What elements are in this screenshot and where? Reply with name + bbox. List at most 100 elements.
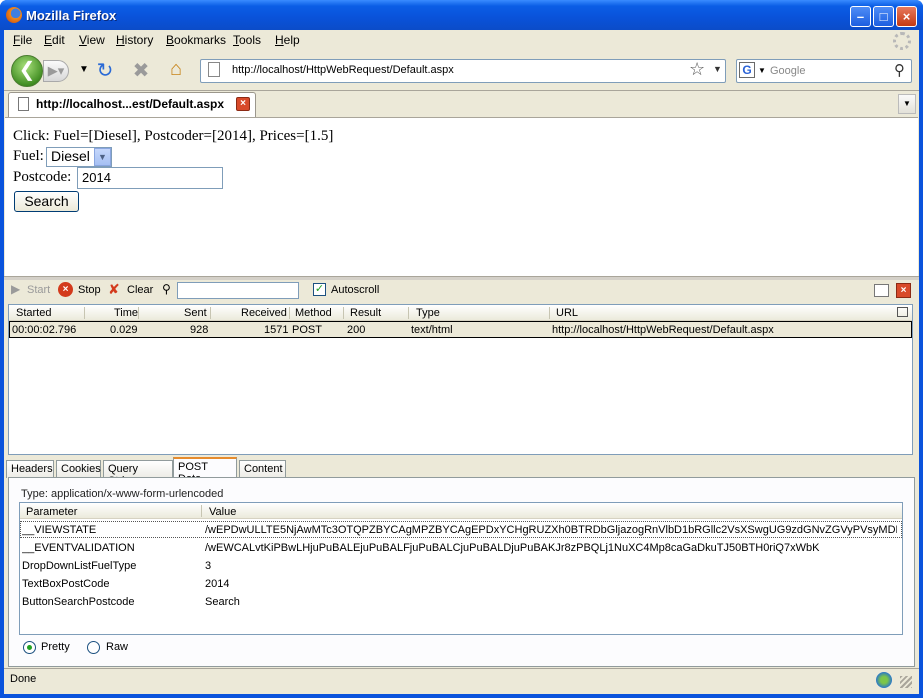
close-pane-icon[interactable]: × bbox=[896, 283, 911, 298]
param-value: /wEWCALvtKiPBwLHjuPuBALEjuPuBALFjuPuBALC… bbox=[205, 542, 820, 554]
title-bar[interactable] bbox=[0, 0, 923, 30]
clear-icon[interactable]: ✘ bbox=[108, 281, 120, 298]
cell-time: 0.029 bbox=[110, 324, 138, 336]
cell-received: 1571 bbox=[264, 324, 289, 336]
tab-close-icon[interactable]: × bbox=[236, 97, 250, 111]
forward-button[interactable]: ▶▾ bbox=[43, 60, 69, 82]
raw-radio[interactable] bbox=[87, 641, 100, 654]
col-separator[interactable] bbox=[289, 307, 290, 319]
find-input[interactable] bbox=[177, 282, 299, 299]
close-window-button[interactable]: × bbox=[896, 6, 917, 27]
param-name: TextBoxPostCode bbox=[22, 578, 110, 590]
restore-pane-icon[interactable] bbox=[874, 284, 889, 297]
url-dropdown-icon[interactable]: ▼ bbox=[713, 64, 722, 74]
firefox-logo-icon bbox=[6, 7, 22, 23]
find-icon: ⚲ bbox=[162, 282, 171, 296]
col-value[interactable]: Value bbox=[209, 506, 236, 518]
menu-history[interactable]: History bbox=[116, 33, 153, 47]
param-name: DropDownListFuelType bbox=[22, 560, 137, 572]
fuel-label: Fuel: bbox=[13, 148, 44, 164]
resize-grip-icon[interactable] bbox=[900, 676, 912, 688]
reload-icon[interactable]: ↻ bbox=[93, 58, 117, 83]
tab-headers[interactable]: Headers bbox=[6, 460, 54, 478]
menu-view[interactable]: View bbox=[79, 33, 105, 47]
search-button[interactable]: Search bbox=[14, 191, 79, 212]
col-separator[interactable] bbox=[84, 307, 85, 319]
col-separator[interactable] bbox=[210, 307, 211, 319]
param-name: ButtonSearchPostcode bbox=[22, 596, 135, 608]
start-button[interactable]: Start bbox=[27, 284, 50, 296]
col-type[interactable]: Type bbox=[416, 307, 440, 319]
param-value: /wEPDwULLTE5NjAwMTc3OTQPZBYCAgMPZBYCAgEP… bbox=[205, 524, 897, 536]
menu-tools[interactable]: Tools bbox=[233, 33, 261, 47]
postcode-label: Postcode: bbox=[13, 169, 72, 185]
col-parameter[interactable]: Parameter bbox=[26, 506, 77, 518]
stop-record-icon[interactable]: × bbox=[58, 282, 73, 297]
param-name: __VIEWSTATE bbox=[22, 524, 97, 536]
col-url[interactable]: URL bbox=[556, 307, 578, 319]
table-row[interactable] bbox=[9, 321, 912, 338]
tab-cookies[interactable]: Cookies bbox=[56, 460, 101, 478]
col-separator[interactable] bbox=[343, 307, 344, 319]
search-placeholder[interactable]: Google bbox=[770, 65, 805, 77]
httpwatch-status-icon[interactable] bbox=[876, 672, 892, 688]
magnifier-icon[interactable]: ⚲ bbox=[894, 61, 905, 79]
url-text[interactable]: http://localhost/HttpWebRequest/Default.… bbox=[232, 64, 454, 76]
bookmark-star-icon[interactable]: ☆ bbox=[689, 59, 705, 80]
status-text: Done bbox=[10, 673, 37, 685]
col-separator[interactable] bbox=[549, 307, 550, 319]
autoscroll-checkbox[interactable]: ✓ bbox=[313, 283, 326, 296]
param-value: 3 bbox=[205, 560, 212, 572]
google-engine-icon[interactable]: G bbox=[739, 62, 755, 78]
param-name: __EVENTVALIDATION bbox=[22, 542, 135, 554]
cell-url: http://localhost/HttpWebRequest/Default.… bbox=[552, 324, 774, 336]
col-result[interactable]: Result bbox=[350, 307, 381, 319]
home-icon[interactable]: ⌂ bbox=[164, 58, 188, 81]
menu-file[interactable]: File bbox=[13, 33, 32, 47]
tab-content[interactable]: Content bbox=[239, 460, 286, 478]
cell-sent: 928 bbox=[190, 324, 209, 336]
grid-header bbox=[9, 305, 912, 321]
engine-dropdown-icon[interactable]: ▼ bbox=[758, 66, 766, 75]
param-table-header bbox=[20, 503, 902, 519]
fuel-select-value[interactable]: Diesel bbox=[51, 148, 90, 164]
window-title: Mozilla Firefox bbox=[26, 8, 117, 23]
col-received[interactable]: Received bbox=[241, 307, 287, 319]
menu-bookmarks[interactable]: Bookmarks bbox=[166, 33, 226, 47]
fuel-dropdown-icon[interactable]: ▼ bbox=[94, 148, 111, 166]
col-method[interactable]: Method bbox=[295, 307, 332, 319]
minimize-button[interactable]: – bbox=[850, 6, 871, 27]
menu-edit[interactable]: Edit bbox=[44, 33, 65, 47]
param-value: Search bbox=[205, 596, 240, 608]
stop-icon[interactable]: ✖ bbox=[129, 58, 153, 83]
clear-button[interactable]: Clear bbox=[127, 284, 153, 296]
tab-query-string[interactable]: Query String bbox=[103, 460, 173, 487]
tab-post-data[interactable]: POST Data bbox=[173, 457, 237, 485]
cell-started: 00:00:02.796 bbox=[12, 324, 77, 336]
col-separator[interactable] bbox=[408, 307, 409, 319]
maximize-button[interactable]: □ bbox=[873, 6, 894, 27]
column-chooser-icon[interactable] bbox=[897, 307, 908, 317]
stop-button[interactable]: Stop bbox=[78, 284, 101, 296]
raw-label[interactable]: Raw bbox=[106, 641, 128, 653]
col-separator[interactable] bbox=[138, 307, 139, 319]
col-time[interactable]: Time bbox=[114, 307, 138, 319]
tab-label[interactable]: http://localhost...est/Default.aspx bbox=[36, 97, 224, 111]
col-separator[interactable] bbox=[201, 505, 202, 517]
postcode-input[interactable]: 2014 bbox=[77, 167, 223, 189]
cell-method: POST bbox=[292, 324, 322, 336]
col-started[interactable]: Started bbox=[16, 307, 51, 319]
menu-help[interactable]: Help bbox=[275, 33, 300, 47]
start-icon[interactable]: ▶ bbox=[11, 282, 20, 296]
param-value: 2014 bbox=[205, 578, 230, 590]
content-type-text: Type: application/x-www-form-urlencoded bbox=[21, 488, 224, 500]
tab-list-chevron-icon[interactable]: ▼ bbox=[898, 94, 916, 114]
status-bar bbox=[4, 668, 919, 694]
click-result-text: Click: Fuel=[Diesel], Postcoder=[2014], … bbox=[13, 128, 334, 144]
pretty-label[interactable]: Pretty bbox=[41, 641, 70, 653]
window-frame-bottom bbox=[0, 694, 923, 698]
back-button[interactable]: ❮ bbox=[11, 55, 43, 87]
cell-result: 200 bbox=[347, 324, 366, 336]
cell-type: text/html bbox=[411, 324, 453, 336]
col-sent[interactable]: Sent bbox=[184, 307, 207, 319]
